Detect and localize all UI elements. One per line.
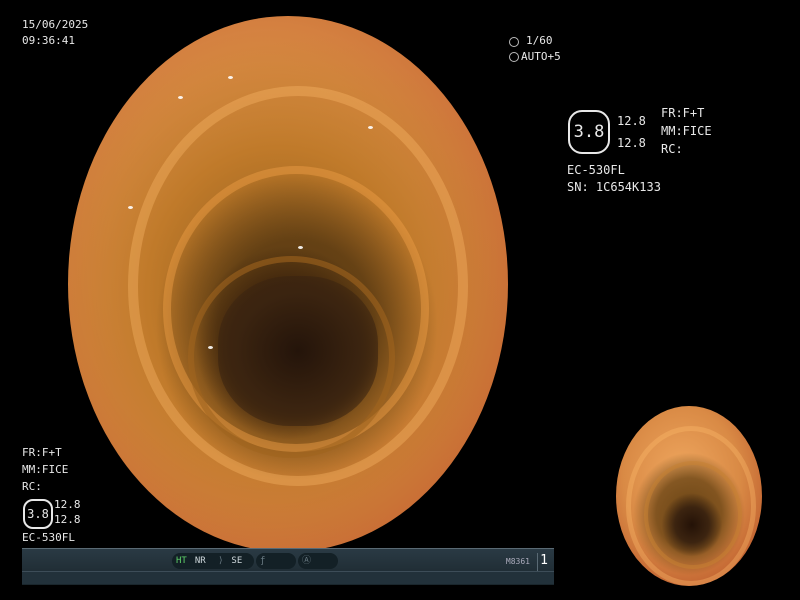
capture-date: 15/06/2025 [22,18,89,31]
lumen [218,276,378,426]
light-reflection [228,76,233,79]
light-reflection [178,96,183,99]
scope-model-left: EC-530FL [22,531,75,544]
nr-indicator[interactable]: NR [195,556,206,566]
ht-indicator[interactable]: HT [176,556,187,566]
rc-label-left: RC: [22,480,42,493]
auto-iris-level: AUTO+5 [521,50,561,63]
mode-fice-left: MM:FICE [22,463,69,476]
setting-value-1: 12.8 [617,114,646,128]
setting-value-1-left: 12.8 [54,498,81,511]
status-bar-bottom-row [22,571,554,584]
sharpness-icon: ⟩ [218,556,224,566]
setting-value-2: 12.8 [617,136,646,150]
endoscope-main-view [68,16,508,552]
setting-value-2-left: 12.8 [54,513,81,526]
frame-mode: FR:F+T [661,106,705,120]
light-reflection [208,346,213,349]
light-reflection [368,126,373,129]
scope-model: EC-530FL [567,163,625,177]
auto-pill: Ⓐ [298,553,338,569]
se-pill: ⟩ SE [214,553,254,569]
frame-mode-left: FR:F+T [22,446,62,459]
light-reflection [128,206,133,209]
se-indicator[interactable]: SE [231,556,242,566]
scope-serial: SN: 1C654K133 [567,180,661,194]
mode-fice: MM:FICE [661,124,712,138]
enhancement-badge: 3.8 [568,110,610,154]
page-number: 1 [540,553,548,568]
monitor-id: M8361 [505,557,530,566]
endoscope-thumbnail[interactable] [616,406,762,586]
enhancement-badge-left: 3.8 [23,499,53,529]
mucosal-fold [644,461,742,569]
enhancement-value: 3.8 [573,122,605,142]
aperture-icon [509,37,519,47]
rc-label: RC: [661,142,683,156]
status-divider [537,553,538,571]
auto-iris-icon [509,52,519,62]
shutter-speed: 1/60 [526,34,553,47]
flash-icon[interactable]: ƒ [260,556,265,566]
status-bar-top-row: HT NR ⟩ SE ƒ Ⓐ M8361 1 [22,553,554,571]
light-reflection [298,246,303,249]
auto-circle-icon[interactable]: Ⓐ [302,556,311,566]
capture-time: 09:36:41 [22,34,75,47]
enhancement-value-left: 3.8 [27,507,49,521]
status-bar: HT NR ⟩ SE ƒ Ⓐ M8361 1 [22,548,554,585]
flash-pill: ƒ [256,553,296,569]
